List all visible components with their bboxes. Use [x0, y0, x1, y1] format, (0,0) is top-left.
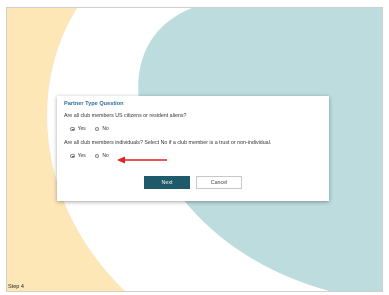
cancel-button[interactable]: Cancel — [196, 176, 242, 189]
red-arrow-icon — [117, 156, 167, 164]
next-button[interactable]: Next — [144, 176, 190, 189]
radio-option-no[interactable]: No — [94, 126, 109, 132]
radio-button-unchecked[interactable] — [94, 153, 100, 159]
question-individuals: Are all club members individuals? Select… — [64, 140, 272, 146]
radio-option-no[interactable]: No — [94, 153, 109, 159]
dialog-buttons: Next Cancel — [57, 176, 329, 189]
radio-group-us-citizens: Yes No — [70, 125, 322, 133]
radio-label-no: No — [102, 153, 109, 159]
radio-label-no: No — [102, 126, 109, 132]
step-label: Step 4 — [8, 284, 24, 290]
radio-group-individuals: Yes No — [70, 152, 322, 160]
radio-label-yes: Yes — [77, 153, 86, 159]
dialog-title: Partner Type Question — [64, 101, 124, 107]
radio-button-unchecked[interactable] — [94, 126, 100, 132]
radio-button-checked[interactable] — [70, 126, 75, 132]
question-us-citizens: Are all club members US citizens or resi… — [64, 113, 187, 119]
radio-option-yes[interactable]: Yes — [70, 126, 86, 132]
radio-option-yes[interactable]: Yes — [70, 153, 86, 159]
partner-type-dialog: Partner Type Question Are all club membe… — [57, 96, 329, 201]
radio-label-yes: Yes — [77, 126, 86, 132]
radio-button-checked[interactable] — [70, 153, 75, 159]
